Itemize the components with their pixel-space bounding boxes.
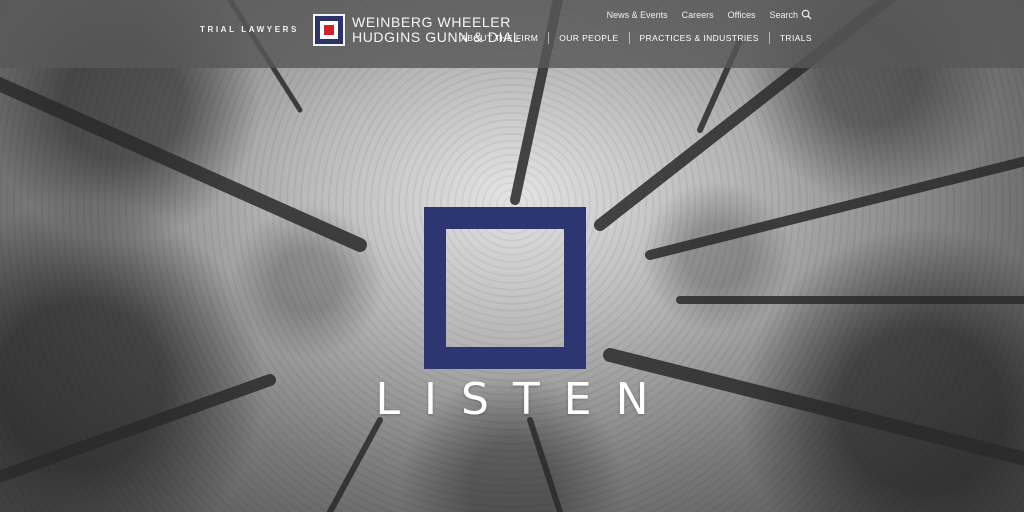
logo-mark-icon[interactable] — [313, 14, 345, 46]
hero-square-frame — [424, 207, 586, 369]
utility-nav-offices[interactable]: Offices — [728, 10, 756, 20]
nav-our-people[interactable]: OUR PEOPLE — [549, 33, 628, 43]
nav-practices-industries[interactable]: PRACTICES & INDUSTRIES — [630, 33, 769, 43]
logo-core — [324, 25, 334, 35]
nav-trials[interactable]: TRIALS — [770, 33, 812, 43]
utility-nav: News & Events Careers Offices Search — [607, 9, 812, 20]
utility-nav-news-events[interactable]: News & Events — [607, 10, 668, 20]
main-nav: ABOUT THE FIRM OUR PEOPLE PRACTICES & IN… — [451, 32, 812, 44]
logo-inner — [320, 21, 338, 39]
search-icon — [801, 9, 812, 20]
search-button[interactable]: Search — [769, 9, 812, 20]
utility-nav-careers[interactable]: Careers — [682, 10, 714, 20]
firm-name-line1: WEINBERG WHEELER — [352, 14, 511, 30]
tagline: TRIAL LAWYERS — [200, 25, 299, 34]
nav-about-the-firm[interactable]: ABOUT THE FIRM — [451, 33, 548, 43]
site-header: TRIAL LAWYERS WEINBERG WHEELER HUDGINS G… — [0, 0, 1024, 68]
hero-headline: LISTEN — [375, 374, 673, 425]
search-label: Search — [769, 9, 798, 20]
page: TRIAL LAWYERS WEINBERG WHEELER HUDGINS G… — [0, 0, 1024, 512]
